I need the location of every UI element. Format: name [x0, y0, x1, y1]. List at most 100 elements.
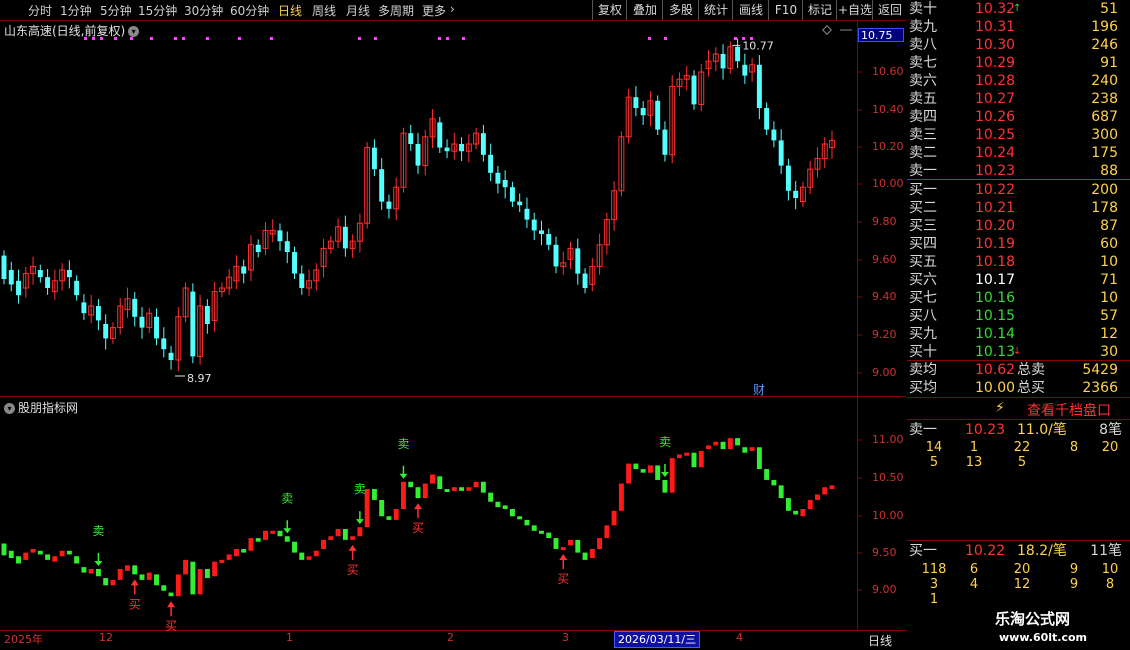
order-price: 10.28	[975, 73, 1016, 89]
sell1-detail-price: 10.23	[965, 422, 1006, 438]
queue-cell: 9	[1069, 562, 1079, 577]
buy1-detail-header: 买一 10.22 18.2/笔 11笔	[907, 542, 1130, 560]
marker-dot	[374, 37, 377, 40]
indicator-bar	[677, 454, 682, 459]
indicator-bar	[742, 447, 748, 453]
order-row[interactable]: 买一 10.22 200	[907, 181, 1130, 199]
indicator-bar	[778, 485, 784, 499]
avg-buy-price: 10.00	[975, 380, 1016, 396]
order-row[interactable]: 卖一 10.23 88	[907, 162, 1130, 180]
order-row[interactable]: 买三 10.20 87	[907, 217, 1130, 235]
candle-body	[524, 208, 530, 220]
order-row[interactable]: 卖九 10.31 196	[907, 18, 1130, 36]
candle-body	[277, 230, 283, 242]
y-tick-label: 9.50	[872, 546, 897, 559]
order-price: 10.31	[975, 19, 1016, 35]
order-row[interactable]: 卖三 10.25 300	[907, 126, 1130, 144]
order-row[interactable]: 卖七 10.29 91	[907, 54, 1130, 72]
marker-dot	[734, 37, 737, 40]
indicator-bar	[328, 536, 334, 540]
indicator-bar	[437, 476, 443, 490]
order-row[interactable]: 卖六 10.28 240	[907, 72, 1130, 90]
main-chart-title: 山东高速(日线,前复权) ▾	[4, 22, 140, 39]
order-row[interactable]: 买九 10.14 12	[907, 325, 1130, 343]
order-price: 10.16	[975, 290, 1016, 306]
low-label: 8.97	[187, 372, 212, 385]
indicator-bar	[408, 481, 414, 488]
stock-chart[interactable]: 10.778.97卖卖卖卖 卖买买买买买	[0, 0, 906, 650]
indicator-bar	[691, 452, 697, 468]
order-level-label: 卖八	[909, 37, 937, 53]
candle-body	[45, 277, 51, 288]
indicator-bar	[727, 438, 733, 450]
indicator-dropdown-icon[interactable]: ▾	[4, 403, 15, 414]
candle-body	[517, 201, 523, 206]
queue-cell: 22	[1013, 440, 1031, 455]
queue-cell: 12	[1013, 577, 1031, 592]
indicator-bar	[226, 554, 232, 560]
order-price: 10.26	[975, 109, 1016, 125]
indicator-bar	[604, 525, 610, 539]
indicator-bar	[190, 561, 196, 595]
candle-body	[139, 316, 145, 328]
order-row[interactable]: 买五 10.18 10	[907, 253, 1130, 271]
indicator-bar	[444, 489, 450, 493]
x-tick-label: 12	[99, 631, 113, 644]
order-price: 10.25	[975, 127, 1016, 143]
order-row[interactable]: 卖八 10.30 246	[907, 36, 1130, 54]
order-volume: 71	[1100, 272, 1118, 288]
order-level-label: 买五	[909, 254, 937, 270]
candle-body	[771, 129, 777, 141]
order-row[interactable]: 买七 10.16 10	[907, 289, 1130, 307]
buy-arrow-head	[167, 601, 176, 608]
order-row[interactable]: 买十 10.13 ↓ 30	[907, 343, 1130, 361]
candle-body	[778, 140, 784, 166]
period-label[interactable]: 日线	[868, 632, 892, 649]
order-row[interactable]: 买六 10.17 71	[907, 271, 1130, 289]
dropdown-circle-icon[interactable]: ▾	[128, 26, 140, 37]
candle-body	[1, 255, 7, 279]
y-tick-label: 10.00	[872, 509, 904, 522]
order-row[interactable]: 卖四 10.26 687	[907, 108, 1130, 126]
order-row[interactable]: 卖五 10.27 238	[907, 90, 1130, 108]
marker-dot	[358, 37, 361, 40]
total-sell-label: 总卖	[1017, 362, 1045, 378]
order-volume: 238	[1091, 91, 1118, 107]
order-price: 10.15	[975, 308, 1016, 324]
y-tick-label: 9.80	[872, 215, 897, 228]
candle-body	[575, 248, 581, 274]
candle-body	[8, 270, 14, 285]
indicator-bar	[800, 509, 806, 517]
indicator-bar	[451, 487, 457, 491]
indicator-bar	[197, 568, 203, 595]
cai-badge[interactable]: 财	[753, 381, 765, 398]
view-thousand-button[interactable]: 查看千档盘口	[1027, 400, 1111, 420]
candle-body	[444, 147, 450, 152]
order-row[interactable]: 卖二 10.24 175	[907, 144, 1130, 162]
order-row[interactable]: 买四 10.19 60	[907, 235, 1130, 253]
down-arrow-icon: ↓	[1013, 346, 1022, 357]
buy1-detail-label: 买一	[909, 543, 937, 559]
sell-signal-label: 卖	[281, 491, 293, 505]
order-level-label: 卖二	[909, 145, 937, 161]
indicator-bar	[589, 548, 595, 559]
candle-body	[488, 154, 494, 173]
indicator-bar	[342, 528, 348, 540]
indicator-bar	[553, 538, 559, 549]
indicator-bar	[473, 481, 479, 488]
total-sell-value: 5429	[1082, 362, 1118, 378]
indicator-bar	[335, 528, 341, 537]
order-level-label: 买二	[909, 200, 937, 216]
order-row[interactable]: 卖十 10.32 ↑ 51	[907, 0, 1130, 18]
indicator-bar	[379, 499, 385, 517]
candle-body	[764, 108, 770, 130]
indicator-bar	[488, 492, 494, 502]
order-row[interactable]: 买二 10.21 178	[907, 199, 1130, 217]
buy-arrow-head	[559, 553, 568, 560]
order-row[interactable]: 买八 10.15 57	[907, 307, 1130, 325]
indicator-bar	[611, 510, 617, 526]
order-level-label: 买一	[909, 182, 937, 198]
indicator-bar	[785, 498, 791, 511]
indicator-bar	[263, 530, 268, 540]
indicator-bar	[270, 530, 276, 534]
